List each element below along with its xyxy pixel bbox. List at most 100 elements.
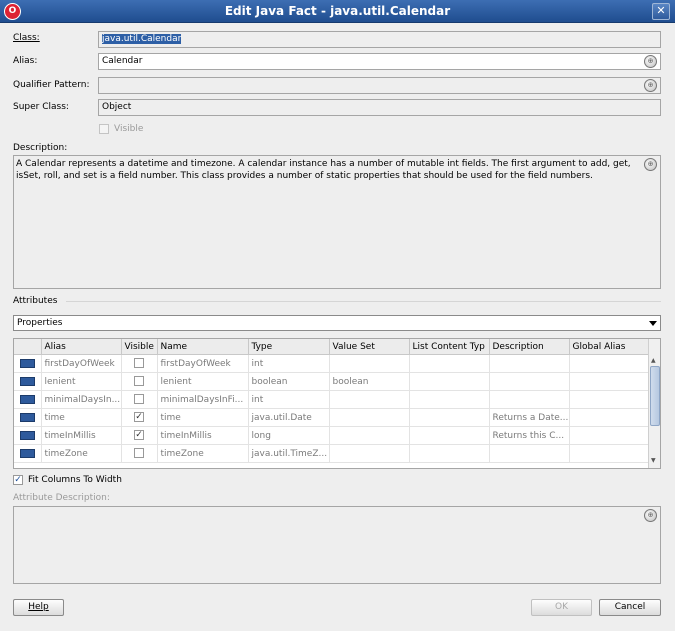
name-cell: lenient (157, 372, 249, 391)
visible-cell (121, 354, 158, 373)
table-row[interactable]: minimalDaysIn... minimalDaysInFi... int (14, 390, 649, 409)
description-cell[interactable] (489, 444, 570, 463)
alias-cell[interactable]: lenient (41, 372, 122, 391)
column-header[interactable]: Global Alias (569, 339, 649, 355)
attributes-type-dropdown[interactable]: Properties (13, 315, 661, 331)
value-set-cell[interactable] (329, 444, 410, 463)
global-alias-cell[interactable] (569, 372, 649, 391)
fit-columns-checkbox[interactable]: ✓ (13, 475, 23, 485)
list-type-cell[interactable] (409, 444, 490, 463)
visible-cell: ✓ (121, 426, 158, 445)
global-alias-cell[interactable] (569, 354, 649, 373)
type-cell: long (248, 426, 330, 445)
list-type-cell[interactable] (409, 390, 490, 409)
description-cell[interactable] (489, 390, 570, 409)
class-field[interactable]: java.util.Calendar (98, 31, 661, 48)
column-header[interactable] (14, 339, 42, 355)
help-label: Help (28, 602, 49, 612)
help-button[interactable]: Help (13, 599, 64, 616)
row-icon-cell (14, 444, 42, 463)
dropdown-value: Properties (17, 318, 63, 328)
table-row[interactable]: firstDayOfWeek firstDayOfWeek int (14, 354, 649, 373)
java-fact-property-icon (19, 412, 35, 422)
description-cell[interactable]: Returns a Date... (489, 408, 570, 427)
alias-cell[interactable]: timeInMillis (41, 426, 122, 445)
row-visible-checkbox[interactable] (134, 448, 144, 459)
row-visible-checkbox[interactable] (134, 358, 144, 369)
description-cell[interactable] (489, 372, 570, 391)
global-alias-cell[interactable] (569, 444, 649, 463)
scroll-down-icon[interactable]: ▼ (651, 457, 656, 464)
java-fact-property-icon (19, 430, 35, 440)
value-set-cell[interactable] (329, 354, 410, 373)
row-visible-checkbox[interactable]: ✓ (134, 412, 144, 423)
scrollbar-thumb[interactable] (650, 366, 660, 426)
globe-icon[interactable]: ⊕ (644, 79, 657, 92)
global-alias-cell[interactable] (569, 408, 649, 427)
value-set-cell[interactable]: boolean (329, 372, 410, 391)
attributes-separator (66, 301, 661, 302)
list-type-cell[interactable] (409, 426, 490, 445)
row-visible-checkbox[interactable] (134, 394, 144, 405)
table-row[interactable]: lenient lenient boolean boolean (14, 372, 649, 391)
column-header[interactable]: Description (489, 339, 570, 355)
alias-cell[interactable]: time (41, 408, 122, 427)
visible-checkbox[interactable] (99, 124, 109, 134)
row-visible-checkbox[interactable] (134, 376, 144, 387)
description-cell[interactable] (489, 354, 570, 373)
alias-cell[interactable]: timeZone (41, 444, 122, 463)
description-text: A Calendar represents a datetime and tim… (16, 159, 631, 181)
description-label: Description: (13, 143, 68, 153)
table-row[interactable]: time ✓ time java.util.Date Returns a Dat… (14, 408, 649, 427)
column-header[interactable]: Name (157, 339, 249, 355)
list-type-cell[interactable] (409, 408, 490, 427)
alias-field[interactable]: Calendar (98, 53, 661, 70)
scroll-up-icon[interactable]: ▲ (651, 357, 656, 364)
list-type-cell[interactable] (409, 354, 490, 373)
globe-icon[interactable]: ⊕ (644, 55, 657, 68)
column-header[interactable]: Visible (121, 339, 158, 355)
table-header-row: Alias Visible Name Type Value Set List C… (14, 339, 649, 355)
visible-cell: ✓ (121, 408, 158, 427)
globe-icon[interactable]: ⊕ (644, 158, 657, 171)
alias-label: Alias: (13, 56, 38, 66)
alias-cell[interactable]: firstDayOfWeek (41, 354, 122, 373)
column-header[interactable]: Alias (41, 339, 122, 355)
global-alias-cell[interactable] (569, 390, 649, 409)
ok-button[interactable]: OK (531, 599, 592, 616)
globe-icon[interactable]: ⊕ (644, 509, 657, 522)
list-type-cell[interactable] (409, 372, 490, 391)
column-header[interactable]: Type (248, 339, 330, 355)
type-cell: java.util.TimeZ... (248, 444, 330, 463)
attributes-label: Attributes (13, 296, 58, 306)
row-visible-checkbox[interactable]: ✓ (134, 430, 144, 441)
attributes-table[interactable]: Alias Visible Name Type Value Set List C… (13, 338, 661, 469)
alias-value: Calendar (102, 56, 143, 66)
global-alias-cell[interactable] (569, 426, 649, 445)
column-header[interactable]: Value Set (329, 339, 410, 355)
fit-columns-label: Fit Columns To Width (28, 475, 122, 485)
alias-cell[interactable]: minimalDaysIn... (41, 390, 122, 409)
value-set-cell[interactable] (329, 408, 410, 427)
close-button[interactable]: ✕ (652, 3, 670, 20)
name-cell: time (157, 408, 249, 427)
column-header[interactable]: List Content Typ (409, 339, 490, 355)
type-cell: int (248, 390, 330, 409)
value-set-cell[interactable] (329, 426, 410, 445)
description-cell[interactable]: Returns this C... (489, 426, 570, 445)
table-row[interactable]: timeInMillis ✓ timeInMillis long Returns… (14, 426, 649, 445)
value-set-cell[interactable] (329, 390, 410, 409)
table-vertical-scrollbar[interactable]: ▲ ▼ (648, 339, 660, 468)
description-textarea[interactable]: A Calendar represents a datetime and tim… (13, 155, 661, 289)
name-cell: firstDayOfWeek (157, 354, 249, 373)
class-label-text: Class: (13, 33, 40, 43)
table-row[interactable]: timeZone timeZone java.util.TimeZ... (14, 444, 649, 463)
attribute-description-textarea[interactable] (13, 506, 661, 584)
name-cell: minimalDaysInFi... (157, 390, 249, 409)
qualifier-field[interactable] (98, 77, 661, 94)
row-icon-cell (14, 426, 42, 445)
row-icon-cell (14, 408, 42, 427)
cancel-button[interactable]: Cancel (599, 599, 661, 616)
superclass-field[interactable]: Object (98, 99, 661, 116)
visible-cell (121, 390, 158, 409)
